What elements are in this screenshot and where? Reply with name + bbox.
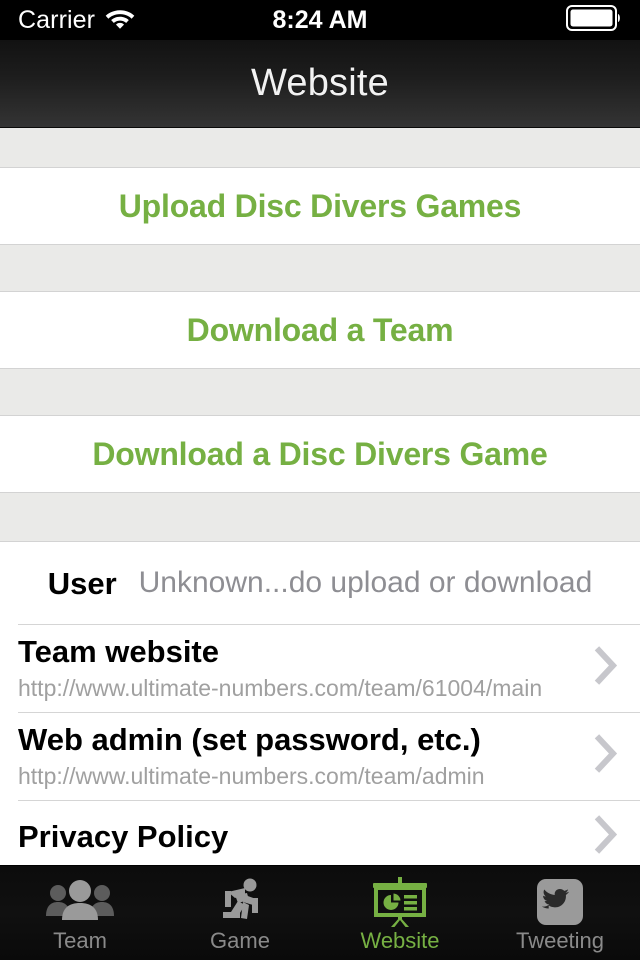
user-row-value: Unknown...do upload or download: [138, 566, 593, 599]
running-person-icon: [214, 878, 266, 925]
carrier-label: Carrier: [18, 5, 96, 34]
presentation-chart-icon: [369, 877, 431, 927]
team-website-row[interactable]: Team website http://www.ultimate-numbers…: [0, 624, 640, 712]
chevron-right-icon[interactable]: [594, 814, 620, 861]
twitter-bird-icon: [537, 879, 583, 925]
wifi-icon: [105, 7, 135, 34]
download-a-disc-divers-game-button[interactable]: Download a Disc Divers Game: [0, 416, 640, 492]
tab-team[interactable]: Team: [0, 866, 160, 960]
people-group-icon: [44, 879, 116, 925]
app-root: Carrier 8:24 AM Website Upload Disc Dive…: [0, 0, 640, 960]
section-gap-top: [0, 128, 640, 168]
user-row-label: User: [47, 565, 117, 601]
tab-bar: Team Game Website Tweeting: [0, 865, 640, 960]
download-a-team-label: Download a Team: [186, 312, 454, 348]
tab-website[interactable]: Website: [320, 866, 480, 960]
status-bar: Carrier 8:24 AM: [0, 0, 640, 40]
team-website-title: Team website: [18, 633, 220, 669]
tab-tweeting[interactable]: Tweeting: [480, 866, 640, 960]
page-title: Website: [251, 62, 389, 104]
tab-game[interactable]: Game: [160, 866, 320, 960]
privacy-policy-row[interactable]: Privacy Policy: [0, 800, 640, 865]
privacy-policy-title: Privacy Policy: [18, 818, 229, 854]
web-admin-title: Web admin (set password, etc.): [18, 721, 481, 757]
navigation-bar: Website: [0, 40, 640, 128]
section-gap-2: [0, 368, 640, 416]
upload-disc-divers-games-label: Upload Disc Divers Games: [118, 188, 522, 224]
web-admin-url: http://www.ultimate-numbers.com/team/adm…: [18, 762, 485, 789]
user-row: User Unknown...do upload or download: [0, 542, 640, 624]
web-admin-row[interactable]: Web admin (set password, etc.) http://ww…: [0, 712, 640, 800]
tab-team-label: Team: [53, 928, 107, 953]
tab-tweeting-label: Tweeting: [515, 928, 605, 953]
section-gap-3: [0, 492, 640, 542]
upload-disc-divers-games-button[interactable]: Upload Disc Divers Games: [0, 168, 640, 244]
chevron-right-icon[interactable]: [594, 645, 620, 692]
tab-website-label: Website: [360, 928, 440, 953]
battery-full-icon: [566, 4, 622, 36]
chevron-right-icon[interactable]: [594, 733, 620, 780]
status-bar-right: [566, 4, 622, 36]
info-section: User Unknown...do upload or download Tea…: [0, 542, 640, 865]
download-a-team-button[interactable]: Download a Team: [0, 292, 640, 368]
status-bar-left: Carrier: [18, 7, 135, 34]
team-website-url: http://www.ultimate-numbers.com/team/610…: [18, 674, 543, 701]
section-gap-1: [0, 244, 640, 292]
download-a-disc-divers-game-label: Download a Disc Divers Game: [92, 436, 548, 472]
tab-game-label: Game: [210, 928, 270, 953]
settings-table[interactable]: Upload Disc Divers Games Download a Team…: [0, 128, 640, 865]
